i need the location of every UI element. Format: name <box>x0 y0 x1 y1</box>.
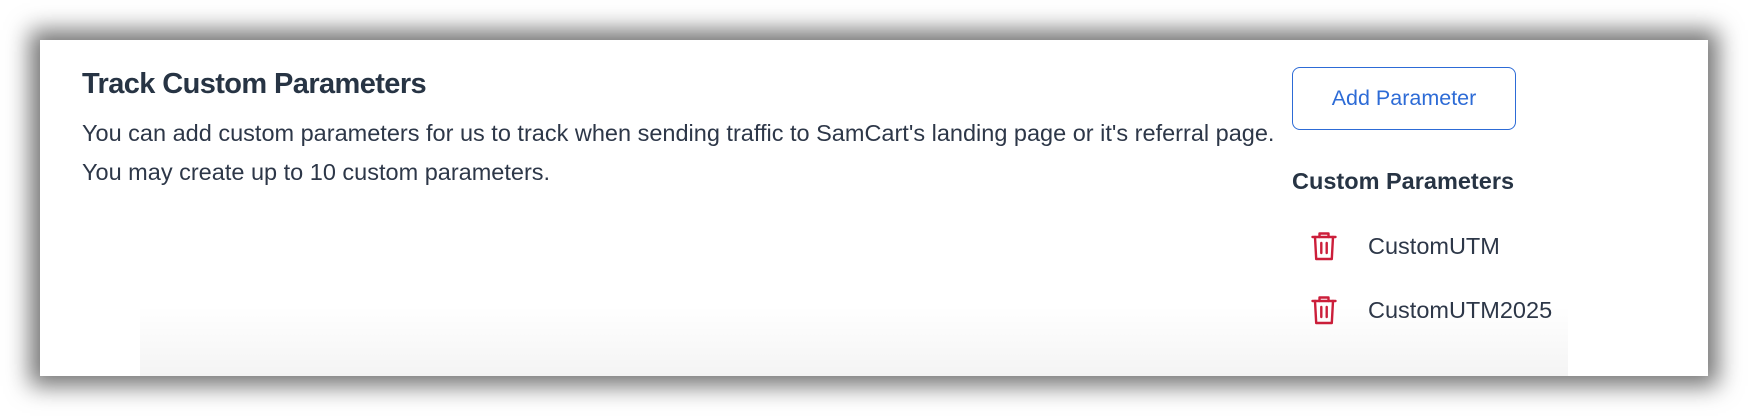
section-title: Track Custom Parameters <box>82 68 427 100</box>
add-parameter-button[interactable]: Add Parameter <box>1292 67 1516 130</box>
track-params-card: Track Custom Parameters You can add cust… <box>40 40 1708 376</box>
trash-icon[interactable] <box>1292 224 1356 268</box>
trash-icon[interactable] <box>1292 288 1356 332</box>
list-item: CustomUTM2025 <box>1292 288 1552 332</box>
list-item: CustomUTM <box>1292 224 1552 268</box>
parameter-name: CustomUTM2025 <box>1368 296 1553 323</box>
intro-section: Track Custom Parameters You can add cust… <box>82 67 1292 192</box>
parameter-list: CustomUTM CustomUTM2025 <box>1292 224 1552 352</box>
section-description: You can add custom parameters for us to … <box>82 119 1275 185</box>
parameter-name: CustomUTM <box>1368 232 1500 259</box>
custom-parameters-heading: Custom Parameters <box>1292 168 1515 194</box>
